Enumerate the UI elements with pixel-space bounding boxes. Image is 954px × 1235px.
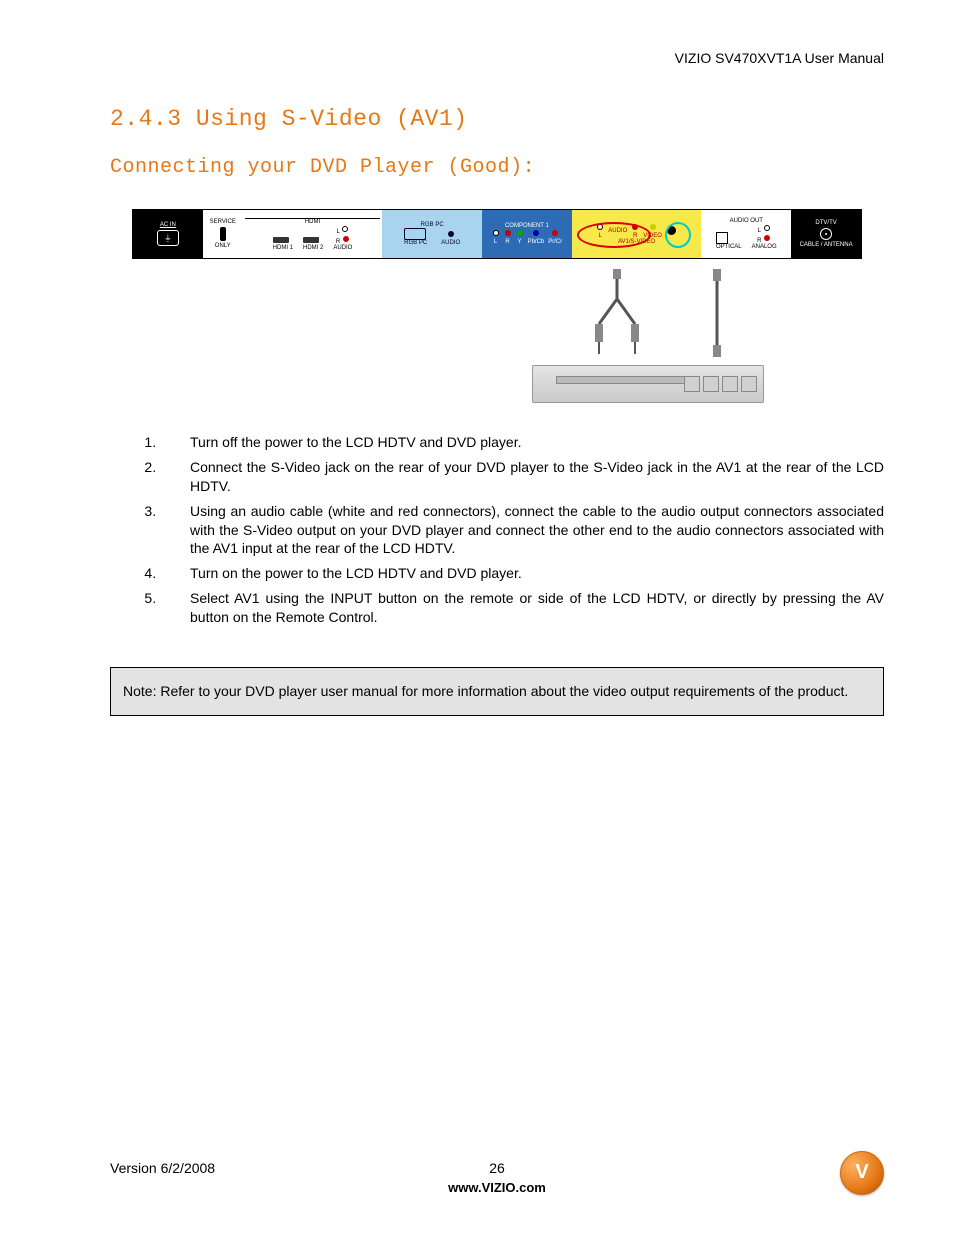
av1-svideo-port bbox=[667, 226, 676, 235]
panel-hdmi: HDMI HDMI 1 HDMI 2 L R AUDIO bbox=[243, 210, 383, 258]
comp-l-label: L bbox=[492, 239, 500, 245]
step-item: Turn on the power to the LCD HDTV and DV… bbox=[160, 564, 884, 583]
cable-antenna-label: CABLE / ANTENNA bbox=[800, 242, 853, 248]
ac-in-label: AC IN bbox=[160, 222, 176, 228]
footer-url: www.VIZIO.com bbox=[110, 1180, 884, 1195]
hdmi-audio-label: AUDIO bbox=[333, 245, 352, 251]
step-item: Select AV1 using the INPUT button on the… bbox=[160, 589, 884, 627]
step-item: Connect the S-Video jack on the rear of … bbox=[160, 458, 884, 496]
service-port-icon bbox=[220, 227, 226, 241]
analog-l-port bbox=[764, 225, 770, 231]
vizio-logo-icon: V bbox=[840, 1151, 884, 1195]
rgb-pc-port-icon bbox=[404, 228, 426, 240]
analog-label: ANALOG bbox=[752, 244, 777, 250]
comp-pr-label: Pr/Cr bbox=[548, 239, 562, 245]
coax-port-icon bbox=[820, 228, 832, 240]
hdmi-audio-l-label: L bbox=[336, 229, 339, 235]
step-item: Using an audio cable (white and red conn… bbox=[160, 502, 884, 559]
service-label: SERVICE bbox=[210, 219, 236, 225]
av1-svideo-label: AV1/S-VIDEO bbox=[618, 239, 655, 245]
av1-l-label: L bbox=[596, 233, 604, 239]
subsection-title: Connecting your DVD Player (Good): bbox=[110, 156, 884, 179]
hdmi2-port-icon bbox=[303, 237, 319, 243]
hdmi2-label: HDMI 2 bbox=[303, 245, 323, 251]
ac-in-icon: ⏚ bbox=[157, 230, 179, 246]
dvd-player-illustration bbox=[532, 365, 764, 403]
comp-y-label: Y bbox=[516, 239, 524, 245]
steps-list: Turn off the power to the LCD HDTV and D… bbox=[110, 433, 884, 627]
av1-video-port bbox=[650, 224, 656, 230]
av1-r-port bbox=[632, 224, 638, 230]
header-manual-title: VIZIO SV470XVT1A User Manual bbox=[110, 50, 884, 66]
panel-component1: COMPONENT 1 L R Y Pb/Cb Pr/Cr bbox=[482, 210, 572, 258]
av1-l-port bbox=[597, 224, 603, 230]
svideo-cable-icon bbox=[707, 269, 727, 359]
panel-rgb-pc: RGB PC RGB PC AUDIO bbox=[382, 210, 482, 258]
av1-audio-label: AUDIO bbox=[608, 228, 627, 234]
service-only-label: ONLY bbox=[215, 243, 231, 249]
panel-dtv: DTV/TV CABLE / ANTENNA bbox=[791, 210, 861, 258]
footer-page-number: 26 bbox=[110, 1160, 884, 1176]
comp-y-port bbox=[517, 230, 523, 236]
optical-port-icon bbox=[716, 232, 728, 244]
dvd-controls bbox=[684, 376, 757, 392]
hdmi-audio-l-port bbox=[342, 226, 348, 232]
dtv-label: DTV/TV bbox=[815, 220, 836, 226]
optical-label: OPTICAL bbox=[716, 244, 742, 250]
comp-pb-label: Pb/Cb bbox=[528, 239, 545, 245]
rgb-pc-audio-port bbox=[448, 231, 454, 237]
panel-ac-in: AC IN ⏚ bbox=[133, 210, 203, 258]
dvd-button-icon bbox=[722, 376, 738, 392]
rgb-pc-audio-label: AUDIO bbox=[441, 240, 460, 246]
dvd-button-icon bbox=[684, 376, 700, 392]
hdmi-group-label: HDMI bbox=[245, 218, 381, 225]
connection-diagram: AC IN ⏚ SERVICE ONLY HDMI HDMI 1 bbox=[132, 209, 862, 403]
section-title: 2.4.3 Using S-Video (AV1) bbox=[110, 106, 884, 132]
dvd-button-icon bbox=[703, 376, 719, 392]
panel-audio-out: AUDIO OUT OPTICAL L R ANALOG bbox=[701, 210, 791, 258]
rgb-pc-port-label: RGB PC bbox=[404, 240, 427, 246]
hdmi1-port-icon bbox=[273, 237, 289, 243]
comp-pr-port bbox=[552, 230, 558, 236]
comp-l-port bbox=[493, 230, 499, 236]
comp-pb-port bbox=[533, 230, 539, 236]
page-footer: Version 6/2/2008 26 www.VIZIO.com bbox=[110, 1160, 884, 1195]
panel-av1: L AUDIO R VIDEO AV1/S-VIDEO bbox=[572, 210, 702, 258]
step-item: Turn off the power to the LCD HDTV and D… bbox=[160, 433, 884, 452]
comp-r-label: R bbox=[504, 239, 512, 245]
dvd-tray-icon bbox=[556, 376, 696, 384]
hdmi-audio-r-port bbox=[343, 236, 349, 242]
hdmi-audio-r-label: R bbox=[336, 239, 340, 245]
dvd-button-icon bbox=[741, 376, 757, 392]
panel-service: SERVICE ONLY bbox=[203, 210, 243, 258]
tv-rear-panel: AC IN ⏚ SERVICE ONLY HDMI HDMI 1 bbox=[132, 209, 862, 259]
audio-cable-icon bbox=[587, 269, 647, 359]
analog-r-port bbox=[764, 235, 770, 241]
hdmi1-label: HDMI 1 bbox=[273, 245, 293, 251]
comp-r-port bbox=[505, 230, 511, 236]
vizio-logo-letter: V bbox=[855, 1161, 868, 1184]
note-box: Note: Refer to your DVD player user manu… bbox=[110, 667, 884, 716]
